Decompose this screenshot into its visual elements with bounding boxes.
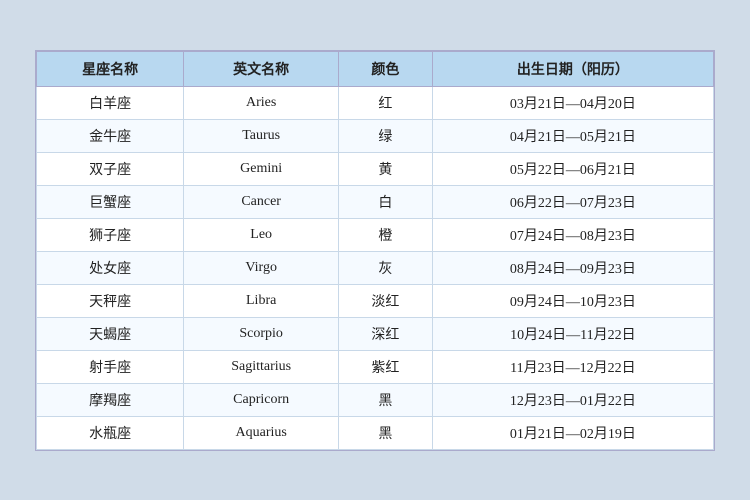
table-row: 天秤座Libra淡红09月24日—10月23日 — [37, 284, 714, 317]
col-header-dates: 出生日期（阳历） — [432, 51, 713, 86]
zodiac-table-container: 星座名称 英文名称 颜色 出生日期（阳历） 白羊座Aries红03月21日—04… — [35, 50, 715, 451]
table-row: 射手座Sagittarius紫红11月23日—12月22日 — [37, 350, 714, 383]
cell-chinese: 狮子座 — [37, 218, 184, 251]
cell-chinese: 处女座 — [37, 251, 184, 284]
table-header-row: 星座名称 英文名称 颜色 出生日期（阳历） — [37, 51, 714, 86]
col-header-english: 英文名称 — [184, 51, 339, 86]
table-row: 狮子座Leo橙07月24日—08月23日 — [37, 218, 714, 251]
table-body: 白羊座Aries红03月21日—04月20日金牛座Taurus绿04月21日—0… — [37, 86, 714, 449]
cell-chinese: 天蝎座 — [37, 317, 184, 350]
cell-english: Cancer — [184, 185, 339, 218]
cell-color: 黑 — [339, 383, 433, 416]
cell-color: 深红 — [339, 317, 433, 350]
cell-color: 灰 — [339, 251, 433, 284]
cell-english: Capricorn — [184, 383, 339, 416]
table-row: 双子座Gemini黄05月22日—06月21日 — [37, 152, 714, 185]
cell-english: Virgo — [184, 251, 339, 284]
cell-chinese: 天秤座 — [37, 284, 184, 317]
cell-color: 紫红 — [339, 350, 433, 383]
cell-dates: 09月24日—10月23日 — [432, 284, 713, 317]
cell-english: Aries — [184, 86, 339, 119]
cell-english: Gemini — [184, 152, 339, 185]
cell-dates: 07月24日—08月23日 — [432, 218, 713, 251]
cell-chinese: 金牛座 — [37, 119, 184, 152]
cell-dates: 10月24日—11月22日 — [432, 317, 713, 350]
cell-dates: 01月21日—02月19日 — [432, 416, 713, 449]
cell-chinese: 巨蟹座 — [37, 185, 184, 218]
cell-color: 红 — [339, 86, 433, 119]
cell-english: Aquarius — [184, 416, 339, 449]
cell-color: 橙 — [339, 218, 433, 251]
cell-chinese: 水瓶座 — [37, 416, 184, 449]
cell-english: Taurus — [184, 119, 339, 152]
col-header-color: 颜色 — [339, 51, 433, 86]
cell-chinese: 白羊座 — [37, 86, 184, 119]
cell-color: 淡红 — [339, 284, 433, 317]
table-row: 巨蟹座Cancer白06月22日—07月23日 — [37, 185, 714, 218]
table-row: 金牛座Taurus绿04月21日—05月21日 — [37, 119, 714, 152]
cell-english: Libra — [184, 284, 339, 317]
cell-color: 黑 — [339, 416, 433, 449]
zodiac-table: 星座名称 英文名称 颜色 出生日期（阳历） 白羊座Aries红03月21日—04… — [36, 51, 714, 450]
cell-dates: 12月23日—01月22日 — [432, 383, 713, 416]
cell-dates: 06月22日—07月23日 — [432, 185, 713, 218]
cell-dates: 03月21日—04月20日 — [432, 86, 713, 119]
table-row: 白羊座Aries红03月21日—04月20日 — [37, 86, 714, 119]
cell-english: Scorpio — [184, 317, 339, 350]
cell-chinese: 双子座 — [37, 152, 184, 185]
cell-chinese: 摩羯座 — [37, 383, 184, 416]
cell-english: Sagittarius — [184, 350, 339, 383]
table-row: 摩羯座Capricorn黑12月23日—01月22日 — [37, 383, 714, 416]
cell-dates: 11月23日—12月22日 — [432, 350, 713, 383]
cell-color: 白 — [339, 185, 433, 218]
cell-dates: 04月21日—05月21日 — [432, 119, 713, 152]
cell-color: 绿 — [339, 119, 433, 152]
cell-dates: 05月22日—06月21日 — [432, 152, 713, 185]
table-row: 水瓶座Aquarius黑01月21日—02月19日 — [37, 416, 714, 449]
col-header-chinese: 星座名称 — [37, 51, 184, 86]
cell-color: 黄 — [339, 152, 433, 185]
cell-dates: 08月24日—09月23日 — [432, 251, 713, 284]
table-row: 天蝎座Scorpio深红10月24日—11月22日 — [37, 317, 714, 350]
cell-chinese: 射手座 — [37, 350, 184, 383]
cell-english: Leo — [184, 218, 339, 251]
table-row: 处女座Virgo灰08月24日—09月23日 — [37, 251, 714, 284]
